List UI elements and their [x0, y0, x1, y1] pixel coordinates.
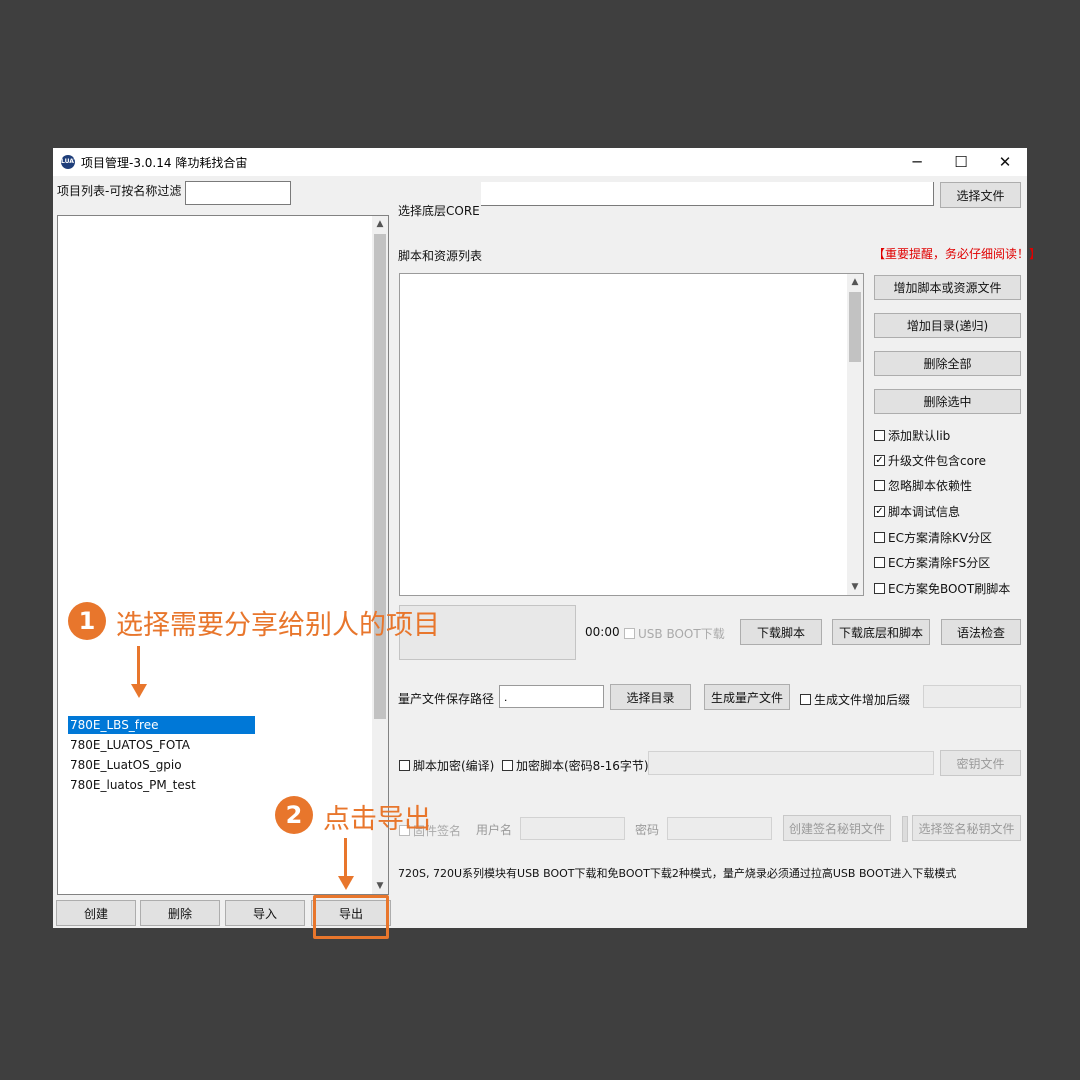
create-button[interactable]: 创建	[56, 900, 136, 926]
checkbox-icon[interactable]	[874, 557, 885, 568]
checkbox-icon[interactable]	[502, 760, 513, 771]
project-item[interactable]: 780E_LUATOS_FOTA	[68, 736, 190, 754]
scroll-up-icon[interactable]: ▲	[847, 274, 863, 290]
project-filter-input[interactable]	[185, 181, 291, 205]
choose-file-button[interactable]: 选择文件	[940, 182, 1021, 208]
timer-display: 00:00	[585, 625, 620, 639]
checkbox-icon[interactable]	[874, 430, 885, 441]
download-core-script-button[interactable]: 下载底层和脚本	[832, 619, 930, 645]
script-list-scrollbar[interactable]: ▲ ▼	[847, 274, 863, 595]
option-upgrade-include-core[interactable]: ✓ 升级文件包含core	[874, 452, 986, 469]
step-2-arrow-shaft	[344, 838, 347, 876]
luat-logo-icon: LUAT	[61, 155, 78, 169]
separator	[902, 816, 908, 842]
usb-boot-download-checkbox[interactable]: USB BOOT下载	[624, 625, 725, 642]
add-suffix-checkbox[interactable]: 生成文件增加后缀	[800, 691, 910, 708]
download-script-button[interactable]: 下载脚本	[740, 619, 822, 645]
username-label: 用户名	[476, 823, 513, 837]
window-title: 项目管理-3.0.14 降功耗找合宙	[81, 156, 248, 170]
mass-path-input[interactable]	[499, 685, 604, 708]
password-input[interactable]	[667, 817, 772, 840]
scroll-down-icon[interactable]: ▼	[372, 878, 388, 894]
step-1-badge: 1	[68, 602, 106, 640]
step-1-instruction: 选择需要分享给别人的项目	[116, 610, 440, 641]
core-path-input[interactable]	[481, 182, 934, 206]
scrollbar-thumb[interactable]	[374, 234, 386, 719]
step-2-instruction: 点击导出	[323, 804, 431, 835]
project-item-selected[interactable]: 780E_LBS_free	[68, 716, 255, 734]
suffix-input[interactable]	[923, 685, 1021, 708]
project-item[interactable]: 780E_LuatOS_gpio	[68, 756, 182, 774]
import-button[interactable]: 导入	[225, 900, 305, 926]
title-bar: LUAT 项目管理-3.0.14 降功耗找合宙 ─ ☐ ✕	[53, 148, 1027, 176]
encrypt-password-input[interactable]	[648, 751, 934, 775]
syntax-check-button[interactable]: 语法检查	[941, 619, 1021, 645]
important-warning-link[interactable]: 【重要提醒，务必仔细阅读！】	[873, 245, 1041, 262]
option-add-default-lib[interactable]: 添加默认lib	[874, 427, 950, 444]
option-no-boot-flash[interactable]: EC方案免BOOT刷脚本	[874, 580, 1010, 597]
checkbox-checked-icon[interactable]: ✓	[874, 506, 885, 517]
script-resource-list[interactable]: ▲ ▼	[399, 273, 864, 596]
password-label: 密码	[635, 823, 660, 837]
option-clear-fs[interactable]: EC方案清除FS分区	[874, 554, 990, 571]
checkbox-icon[interactable]	[800, 694, 811, 705]
username-input[interactable]	[520, 817, 625, 840]
scroll-down-icon[interactable]: ▼	[847, 579, 863, 595]
create-sign-key-button[interactable]: 创建签名秘钥文件	[783, 815, 891, 841]
encrypt-script-checkbox[interactable]: 加密脚本(密码8-16字节)	[502, 757, 649, 774]
option-clear-kv[interactable]: EC方案清除KV分区	[874, 529, 992, 546]
option-debug-info[interactable]: ✓ 脚本调试信息	[874, 503, 960, 520]
checkbox-checked-icon[interactable]: ✓	[874, 455, 885, 466]
project-filter-label: 项目列表-可按名称过滤	[57, 184, 182, 198]
script-encrypt-checkbox[interactable]: 脚本加密(编译)	[399, 757, 494, 774]
project-item[interactable]: 780E_luatos_PM_test	[68, 776, 196, 794]
export-highlight-box	[313, 895, 389, 939]
step-2-badge: 2	[275, 796, 313, 834]
minimize-button[interactable]: ─	[895, 148, 939, 176]
checkbox-icon[interactable]	[874, 583, 885, 594]
checkbox-icon[interactable]	[874, 480, 885, 491]
project-manager-window: LUAT 项目管理-3.0.14 降功耗找合宙 ─ ☐ ✕ 项目列表-可按名称过…	[53, 148, 1041, 928]
add-directory-button[interactable]: 增加目录(递归)	[874, 313, 1021, 338]
checkbox-icon[interactable]	[399, 760, 410, 771]
checkbox-icon[interactable]	[874, 532, 885, 543]
close-button[interactable]: ✕	[983, 148, 1027, 176]
arrow-down-icon	[338, 876, 354, 890]
arrow-down-icon	[131, 684, 147, 698]
maximize-button[interactable]: ☐	[939, 148, 983, 176]
checkbox-icon[interactable]	[624, 628, 635, 639]
scroll-up-icon[interactable]: ▲	[372, 216, 388, 232]
select-sign-key-button[interactable]: 选择签名秘钥文件	[912, 815, 1021, 841]
add-script-resource-button[interactable]: 增加脚本或资源文件	[874, 275, 1021, 300]
delete-all-button[interactable]: 删除全部	[874, 351, 1021, 376]
core-label: 选择底层CORE	[398, 204, 480, 218]
key-file-button[interactable]: 密钥文件	[940, 750, 1021, 776]
choose-directory-button[interactable]: 选择目录	[610, 684, 691, 710]
step-1-arrow-shaft	[137, 646, 140, 684]
usb-boot-note: 720S, 720U系列模块有USB BOOT下载和免BOOT下载2种模式，量产…	[398, 867, 957, 880]
delete-selected-button[interactable]: 删除选中	[874, 389, 1021, 414]
delete-button[interactable]: 删除	[140, 900, 220, 926]
project-list[interactable]: 780E_LBS_free 780E_LUATOS_FOTA 780E_Luat…	[57, 215, 389, 895]
option-ignore-dependency[interactable]: 忽略脚本依赖性	[874, 477, 972, 494]
project-list-scrollbar[interactable]: ▲ ▼	[372, 216, 388, 894]
generate-mass-file-button[interactable]: 生成量产文件	[704, 684, 790, 710]
scrollbar-thumb[interactable]	[849, 292, 861, 362]
mass-path-label: 量产文件保存路径	[398, 692, 495, 706]
script-list-label: 脚本和资源列表	[398, 249, 483, 263]
